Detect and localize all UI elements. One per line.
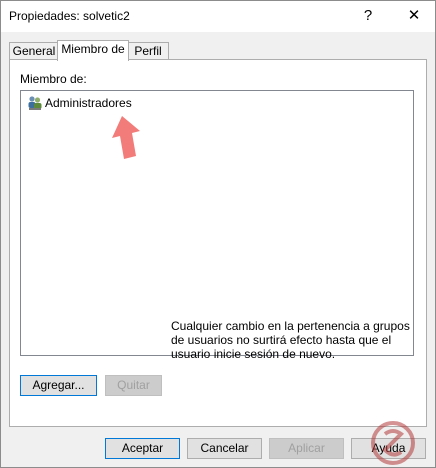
properties-dialog: Propiedades: solvetic2 ? ✕ General Miemb…	[0, 0, 436, 468]
remove-button[interactable]: Quitar	[105, 375, 162, 396]
title-bar: Propiedades: solvetic2 ? ✕	[1, 1, 435, 32]
member-name: Administradores	[45, 96, 132, 110]
tab-profile-label: Perfil	[134, 44, 162, 58]
accept-button[interactable]: Aceptar	[105, 438, 180, 459]
add-button[interactable]: Agregar...	[20, 375, 97, 396]
list-item[interactable]: Administradores	[27, 94, 132, 112]
window-title: Propiedades: solvetic2	[9, 9, 130, 23]
apply-button[interactable]: Aplicar	[269, 438, 344, 459]
cancel-button[interactable]: Cancelar	[187, 438, 262, 459]
user-group-icon	[27, 95, 43, 111]
member-of-panel: Miembro de: Administradores Agregar... Q…	[9, 59, 427, 427]
help-icon[interactable]: ?	[353, 5, 383, 27]
tab-member-of[interactable]: Miembro de	[57, 40, 129, 61]
member-of-label: Miembro de:	[20, 72, 87, 86]
tab-general-label: General	[12, 44, 56, 58]
member-list[interactable]: Administradores	[20, 90, 414, 356]
tab-general[interactable]: General	[9, 42, 59, 60]
tab-profile[interactable]: Perfil	[127, 42, 169, 60]
solvetic-logo-icon	[371, 421, 415, 465]
close-icon[interactable]: ✕	[399, 5, 429, 27]
pointer-arrow-icon	[112, 116, 140, 159]
tab-member-of-label: Miembro de	[61, 42, 125, 56]
membership-note: Cualquier cambio en la pertenencia a gru…	[171, 319, 410, 361]
